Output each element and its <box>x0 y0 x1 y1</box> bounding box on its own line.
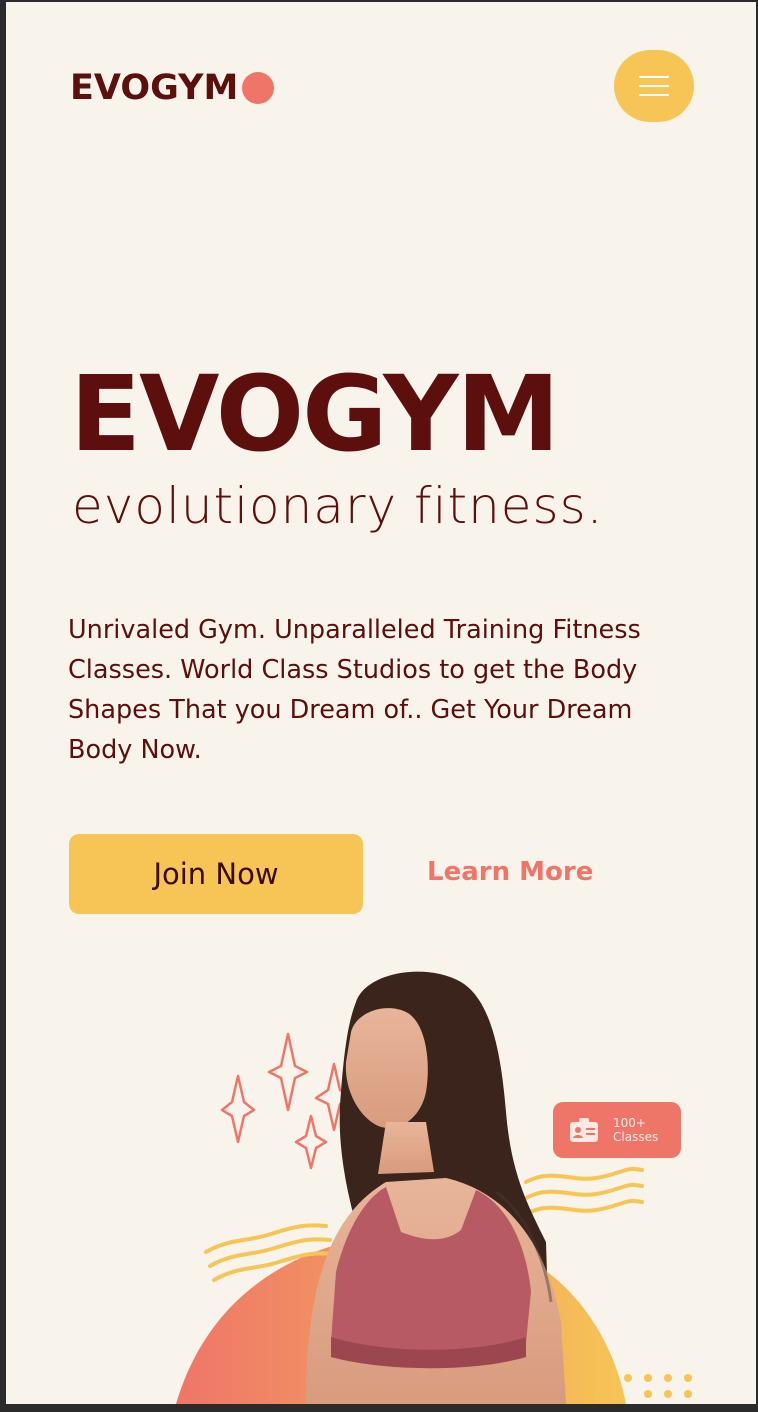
wavy-lines-right <box>524 1167 644 1216</box>
sparkles-icon <box>220 1032 354 1170</box>
hero-graphic <box>176 971 692 1404</box>
learn-more-link[interactable]: Learn More <box>427 857 593 887</box>
id-card-icon <box>570 1118 598 1142</box>
hero-description: Unrivaled Gym. Unparalleled Training Fit… <box>68 615 641 765</box>
badge-count: 100+ <box>613 1116 646 1130</box>
classes-badge[interactable]: 100+ Classes <box>553 1102 681 1158</box>
logo-dot <box>242 72 275 104</box>
logo[interactable]: EVOGYM <box>70 68 275 108</box>
join-now-button[interactable]: Join Now <box>69 834 363 914</box>
badge-text: 100+ Classes <box>613 1116 658 1144</box>
hamburger-icon-line <box>639 94 669 96</box>
hero-subtitle: evolutionary fitness. <box>72 477 604 535</box>
menu-button[interactable] <box>614 50 694 122</box>
hamburger-icon-line <box>639 85 669 87</box>
logo-text: EVOGYM <box>70 68 239 108</box>
dots-decoration <box>624 1374 692 1398</box>
hamburger-icon <box>639 76 669 78</box>
athlete-photo <box>306 971 566 1404</box>
page-frame: EVOGYM EVOGYM evolutionary fitness. Unri… <box>6 2 756 1404</box>
hero-title: EVOGYM <box>70 353 560 475</box>
badge-label: Classes <box>613 1130 659 1144</box>
